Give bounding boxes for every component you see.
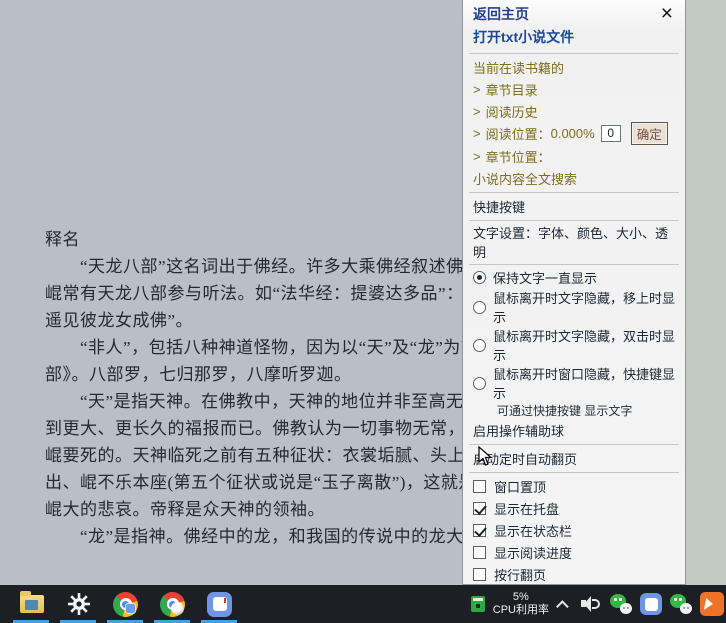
orange-app-icon[interactable] [700,592,724,616]
hotkeys-label: 快捷按键 [473,197,525,216]
reader-settings-panel: 返回主页 × 打开txt小说文件 当前在读书籍的 > 章节目录 > 阅读历史 >… [462,0,686,585]
radio-hint-text: 可通过快捷按键 显示文字 [497,402,632,419]
close-icon[interactable]: × [657,4,677,24]
checkbox-label: 显示在状态栏 [494,521,572,540]
chrome-icon [160,592,185,617]
radio-hide-on-leave-show-on-dblclick[interactable]: 鼠标离开时文字隐藏，双击时显示 [463,326,685,364]
radio-icon [473,377,486,390]
cpu-monitor-icon[interactable] [471,596,485,612]
radio-label: 鼠标离开时文字隐藏，双击时显示 [493,326,675,364]
reading-position-value: 0.000% [551,126,595,141]
system-tray: 5% CPU利用率 [471,585,726,623]
current-book-label: 当前在读书籍的 [473,58,564,77]
fulltext-search-item[interactable]: 小说内容全文搜索 [463,167,685,189]
divider [469,472,679,473]
file-explorer-icon [20,595,44,613]
text-settings-label: 文字设置：字体、颜色、大小、透明 [473,223,675,261]
panel-title-bar: 返回主页 × [463,0,685,24]
file-explorer-button[interactable] [8,585,55,623]
reading-position-row: > 阅读位置： 0.000% 0 确定 [463,122,685,145]
checkbox-show-in-tray[interactable]: 显示在托盘 [463,497,685,519]
checkbox-label: 显示阅读进度 [494,543,572,562]
checkbox-show-in-statusbar[interactable]: 显示在状态栏 [463,519,685,541]
chrome-button[interactable] [102,585,149,623]
auto-page-turn-item[interactable]: 启动定时自动翻页 [463,447,685,469]
checkbox-window-on-top[interactable]: 窗口置顶 [463,475,685,497]
checkbox-icon [473,502,486,515]
checkbox-icon [473,524,486,537]
text-settings-item[interactable]: 文字设置：字体、颜色、大小、透明 [463,223,685,261]
fulltext-search-label: 小说内容全文搜索 [473,169,577,188]
chapter-toc-label: 章节目录 [486,80,538,99]
badge-icon [171,602,184,615]
checkbox-label: 按行翻页 [494,565,546,584]
radio-hide-window-hotkey-show[interactable]: 鼠标离开时窗口隐藏，快捷键显示 [463,364,685,402]
chevron-right-icon: > [473,149,481,164]
checkbox-show-reading-progress[interactable]: 显示阅读进度 [463,541,685,563]
novel-reader-app-button[interactable] [196,585,243,623]
reading-position-input[interactable]: 0 [601,125,621,142]
taskbar: 5% CPU利用率 [0,585,726,623]
novel-reader-icon [207,592,232,617]
radio-hide-on-leave-show-on-hover[interactable]: 鼠标离开时文字隐藏，移上时显示 [463,288,685,326]
confirm-button[interactable]: 确定 [631,122,668,145]
radio-icon [473,271,486,284]
divider [469,264,679,265]
taskbar-app-icons [0,585,243,623]
hotkeys-item[interactable]: 快捷按键 [463,195,685,217]
chevron-right-icon: > [473,104,481,119]
wechat-icon[interactable] [610,594,632,614]
radio-keep-text-visible[interactable]: 保持文字一直显示 [463,267,685,288]
assist-ball-item[interactable]: 启用操作辅助球 [463,419,685,441]
gear-icon [66,591,92,617]
radio-hint: 可通过快捷按键 显示文字 [463,402,685,419]
checkbox-icon [473,568,486,581]
chapter-position-label: 章节位置： [486,147,551,166]
checkbox-icon [473,546,486,559]
radio-label: 鼠标离开时文字隐藏，移上时显示 [493,288,675,326]
chrome-icon [113,592,138,617]
settings-button[interactable] [55,585,102,623]
radio-label: 保持文字一直显示 [493,268,597,287]
radio-icon [473,339,486,352]
mouse-cursor [478,446,494,468]
cpu-label: CPU利用率 [493,604,549,617]
assist-ball-label: 启用操作辅助球 [473,421,564,440]
checkbox-label: 窗口置顶 [494,477,546,496]
reading-position-label: 阅读位置： [486,124,551,143]
chevron-right-icon: > [473,126,481,141]
open-txt-file-row[interactable]: 打开txt小说文件 [463,24,685,50]
chrome-profile-button[interactable] [149,585,196,623]
chevron-right-icon: > [473,82,481,97]
cpu-utilization-readout[interactable]: 5% CPU利用率 [493,591,549,617]
divider [469,444,679,445]
checkbox-label: 显示在托盘 [494,499,559,518]
radio-label: 鼠标离开时窗口隐藏，快捷键显示 [493,364,675,402]
wechat-icon-2[interactable] [670,594,692,614]
chapter-position-item[interactable]: > 章节位置： [463,145,685,167]
badge-icon [125,603,136,614]
radio-icon [473,301,486,314]
hidden-icons-chevron-icon[interactable] [556,600,569,613]
back-to-home-link[interactable]: 返回主页 [473,4,657,24]
divider [469,220,679,221]
current-book-row: 当前在读书籍的 [463,56,685,78]
chapter-toc-item[interactable]: > 章节目录 [463,78,685,100]
reading-history-label: 阅读历史 [486,102,538,121]
novel-reader-tray-icon[interactable] [640,593,662,615]
checkbox-page-by-line[interactable]: 按行翻页 [463,563,685,585]
open-txt-file-link[interactable]: 打开txt小说文件 [473,27,574,47]
speaker-icon[interactable] [581,595,601,613]
checkbox-icon [473,480,486,493]
divider [469,192,679,193]
reading-history-item[interactable]: > 阅读历史 [463,100,685,122]
divider [469,53,679,54]
cpu-percent: 5% [493,591,549,604]
